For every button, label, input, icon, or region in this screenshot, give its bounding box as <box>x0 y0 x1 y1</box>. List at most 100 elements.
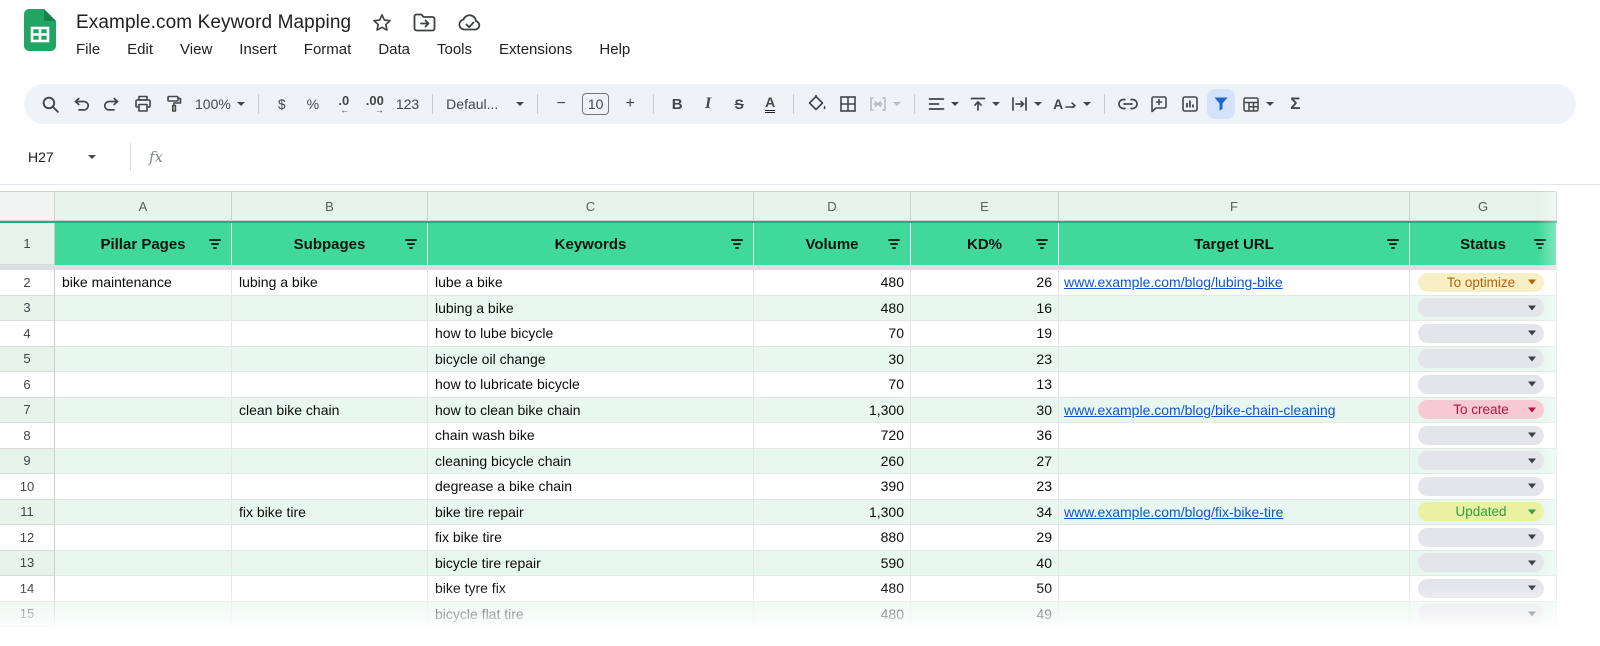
cell-subpages[interactable] <box>232 347 428 373</box>
header-cell[interactable]: Status <box>1410 223 1557 265</box>
font-select[interactable]: Defaul... <box>442 89 528 119</box>
menu-item[interactable]: Help <box>599 41 630 58</box>
cell-kd[interactable]: 29 <box>911 525 1059 551</box>
cell-target-url[interactable]: www.example.com/blog/fix-bike-tire <box>1059 500 1410 526</box>
status-chip[interactable] <box>1418 426 1544 445</box>
functions-button[interactable]: Σ <box>1281 89 1309 119</box>
cell-keywords[interactable]: how to lubricate bicycle <box>428 372 754 398</box>
cell-pillar-pages[interactable] <box>55 449 232 475</box>
document-title[interactable]: Example.com Keyword Mapping <box>76 12 351 34</box>
row-number[interactable]: 8 <box>0 423 55 449</box>
status-chip[interactable] <box>1418 324 1544 343</box>
cell-pillar-pages[interactable] <box>55 525 232 551</box>
status-chip[interactable]: Updated <box>1418 502 1544 521</box>
row-number[interactable]: 12 <box>0 525 55 551</box>
filter-icon[interactable] <box>405 239 417 249</box>
number-format-button[interactable]: 123 <box>392 89 423 119</box>
target-url-link[interactable]: www.example.com/blog/bike-chain-cleaning <box>1064 402 1336 418</box>
cell-status[interactable] <box>1410 372 1557 398</box>
cell-kd[interactable]: 27 <box>911 449 1059 475</box>
cell-target-url[interactable] <box>1059 449 1410 475</box>
cell-kd[interactable]: 19 <box>911 321 1059 347</box>
cell-status[interactable] <box>1410 449 1557 475</box>
cell-kd[interactable]: 36 <box>911 423 1059 449</box>
filter-icon[interactable] <box>731 239 743 249</box>
cell-status[interactable] <box>1410 525 1557 551</box>
menu-item[interactable]: Extensions <box>499 41 572 58</box>
cell-status[interactable] <box>1410 423 1557 449</box>
cell-subpages[interactable] <box>232 372 428 398</box>
status-chip[interactable] <box>1418 477 1544 496</box>
select-all-corner[interactable] <box>0 191 55 221</box>
menu-item[interactable]: File <box>76 41 100 58</box>
cell-target-url[interactable] <box>1059 347 1410 373</box>
cell-pillar-pages[interactable] <box>55 398 232 424</box>
bold-button[interactable]: B <box>663 89 691 119</box>
redo-icon[interactable] <box>98 89 126 119</box>
cell-status[interactable] <box>1410 296 1557 322</box>
insert-comment-icon[interactable] <box>1145 89 1173 119</box>
column-letter[interactable]: A <box>55 191 232 221</box>
strikethrough-button[interactable]: S <box>725 89 753 119</box>
search-icon[interactable] <box>36 89 64 119</box>
text-wrapping-icon[interactable] <box>1007 89 1046 119</box>
menu-item[interactable]: Tools <box>437 41 472 58</box>
cell-keywords[interactable]: bicycle oil change <box>428 347 754 373</box>
cell-kd[interactable]: 16 <box>911 296 1059 322</box>
vertical-align-icon[interactable] <box>966 89 1004 119</box>
cell-status[interactable] <box>1410 602 1557 628</box>
cell-target-url[interactable]: www.example.com/blog/lubing-bike <box>1059 270 1410 296</box>
cell-kd[interactable]: 23 <box>911 347 1059 373</box>
cell-volume[interactable]: 480 <box>754 576 911 602</box>
cell-volume[interactable]: 260 <box>754 449 911 475</box>
cell-subpages[interactable] <box>232 423 428 449</box>
cell-volume[interactable]: 720 <box>754 423 911 449</box>
cell-status[interactable] <box>1410 321 1557 347</box>
header-cell[interactable]: Pillar Pages <box>55 223 232 265</box>
cell-keywords[interactable]: bicycle tire repair <box>428 551 754 577</box>
cloud-saved-icon[interactable] <box>457 12 483 34</box>
cell-keywords[interactable]: cleaning bicycle chain <box>428 449 754 475</box>
cell-pillar-pages[interactable] <box>55 321 232 347</box>
increase-font-size-button[interactable]: + <box>616 89 644 119</box>
decrease-font-size-button[interactable]: − <box>547 89 575 119</box>
cell-volume[interactable]: 390 <box>754 474 911 500</box>
row-number[interactable]: 2 <box>0 270 55 296</box>
filter-icon[interactable] <box>888 239 900 249</box>
horizontal-align-icon[interactable] <box>924 89 963 119</box>
cell-subpages[interactable] <box>232 449 428 475</box>
table-views-icon[interactable] <box>1238 89 1278 119</box>
merge-cells-icon[interactable] <box>865 89 905 119</box>
row-number[interactable]: 10 <box>0 474 55 500</box>
create-filter-icon[interactable] <box>1207 89 1235 119</box>
cell-pillar-pages[interactable] <box>55 576 232 602</box>
menu-item[interactable]: Data <box>378 41 410 58</box>
cell-volume[interactable]: 480 <box>754 296 911 322</box>
cell-keywords[interactable]: fix bike tire <box>428 525 754 551</box>
cell-keywords[interactable]: chain wash bike <box>428 423 754 449</box>
cell-status[interactable] <box>1410 474 1557 500</box>
status-chip[interactable] <box>1418 553 1544 572</box>
status-chip[interactable] <box>1418 604 1544 623</box>
cell-kd[interactable]: 13 <box>911 372 1059 398</box>
cell-keywords[interactable]: bike tire repair <box>428 500 754 526</box>
cell-volume[interactable]: 880 <box>754 525 911 551</box>
undo-icon[interactable] <box>67 89 95 119</box>
cell-status[interactable] <box>1410 576 1557 602</box>
cell-target-url[interactable] <box>1059 474 1410 500</box>
text-color-button[interactable]: A <box>756 89 784 119</box>
cell-subpages[interactable]: clean bike chain <box>232 398 428 424</box>
row-number[interactable]: 11 <box>0 500 55 526</box>
cell-subpages[interactable] <box>232 551 428 577</box>
insert-link-icon[interactable] <box>1114 89 1142 119</box>
row-number[interactable]: 3 <box>0 296 55 322</box>
cell-kd[interactable]: 26 <box>911 270 1059 296</box>
header-cell[interactable]: Subpages <box>232 223 428 265</box>
cell-kd[interactable]: 23 <box>911 474 1059 500</box>
cell-subpages[interactable] <box>232 525 428 551</box>
header-cell[interactable]: Target URL <box>1059 223 1410 265</box>
menu-item[interactable]: View <box>180 41 212 58</box>
cell-pillar-pages[interactable]: bike maintenance <box>55 270 232 296</box>
cell-status[interactable] <box>1410 347 1557 373</box>
column-letter[interactable]: F <box>1059 191 1410 221</box>
